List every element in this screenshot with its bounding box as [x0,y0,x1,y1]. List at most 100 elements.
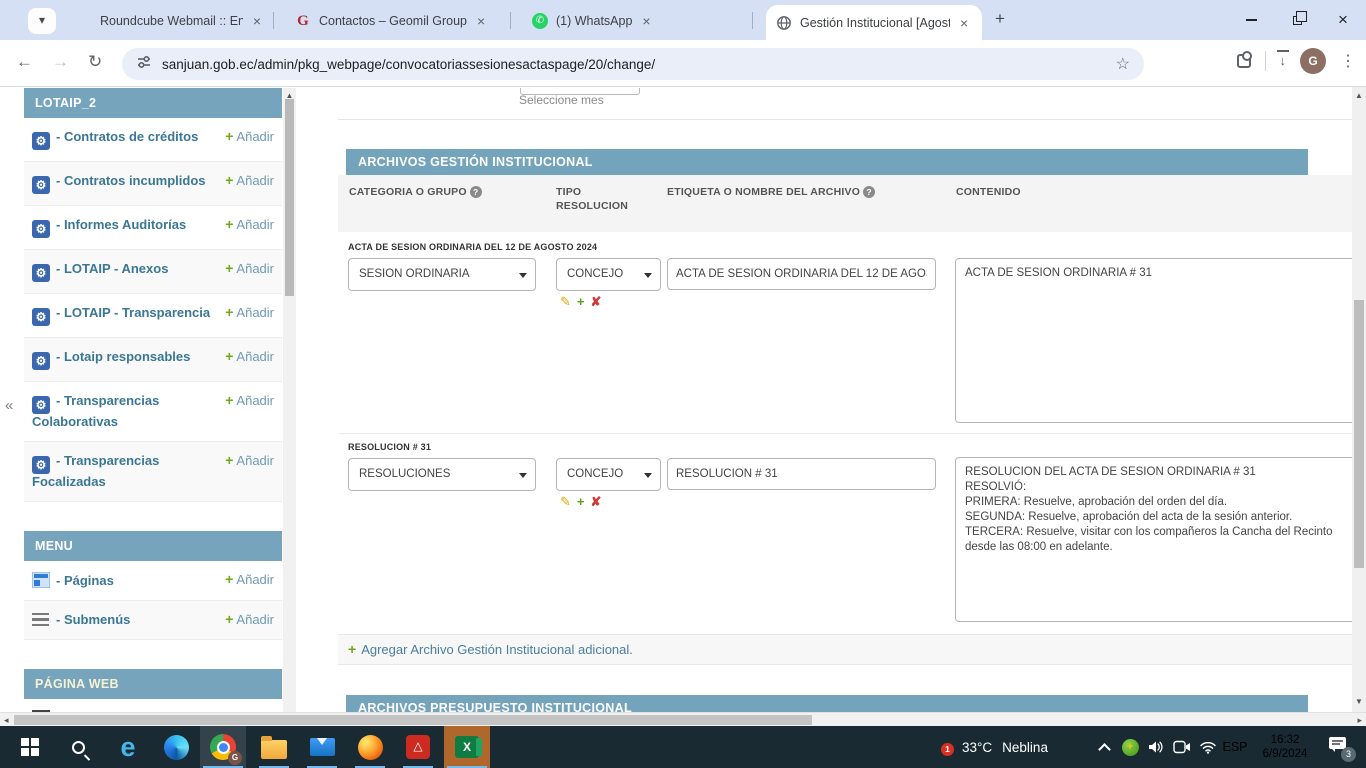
address-bar[interactable]: sanjuan.gob.ec/admin/pkg_webpage/convoca… [122,48,1144,80]
taskbar-explorer-button[interactable] [252,726,296,768]
select-value: RESOLUCIONES [359,468,450,480]
scroll-down-icon[interactable]: ▼ [1352,697,1366,706]
tab-roundcube[interactable]: Roundcube Webmail :: Enviados × [66,6,271,36]
page-horizontal-scrollbar[interactable]: ◂ ▸ [0,712,1366,726]
add-archivo-row[interactable]: +Agregar Archivo Gestión Institucional a… [338,634,1352,665]
window-controls: × [1228,0,1366,40]
add-link[interactable]: +Añadir [225,304,274,321]
back-button[interactable]: ← [16,52,33,72]
row2-tipo-select[interactable]: CONCEJO [556,458,661,491]
delete-x-icon[interactable]: ✘ [591,294,608,309]
downloads-button[interactable]: ↓ [1280,56,1287,66]
restore-button[interactable] [1274,0,1320,40]
new-tab-button[interactable]: + [995,9,1005,29]
scroll-left-icon[interactable]: ◂ [4,715,9,726]
scrollbar-thumb[interactable] [1354,300,1364,568]
profile-avatar[interactable]: G [1300,48,1326,74]
reload-button[interactable]: ↻ [88,52,102,72]
row2-etiqueta-input[interactable] [667,458,936,490]
bookmark-star-icon[interactable]: ☆ [1116,54,1130,74]
sidebar-item-submenus[interactable]: - Submenús +Añadir [24,601,282,640]
taskbar-mail-button[interactable] [300,726,344,768]
plus-icon: + [348,641,356,657]
add-link[interactable]: +Añadir [225,611,274,628]
taskbar-chrome-button[interactable]: G [200,726,246,768]
add-link[interactable]: +Añadir [225,348,274,365]
row1-categoria-select[interactable]: SESION ORDINARIA [348,258,536,291]
sidebar-item-paginas[interactable]: - Páginas +Añadir [24,561,282,601]
tab-gestion-active[interactable]: Gestión Institucional [Agosto-2 × [766,5,982,40]
minimize-icon [1246,19,1257,20]
taskbar-excel-button[interactable]: X [444,726,490,768]
pages-layout-icon [32,572,50,588]
tab-whatsapp[interactable]: ✆ (1) WhatsApp × [522,6,742,36]
add-link[interactable]: +Añadir [225,172,274,189]
row1-contenido-textarea[interactable]: ACTA DE SESION ORDINARIA # 31 [955,258,1352,423]
volume-tray-button[interactable] [1144,726,1168,768]
sidebar-item-pagina-web-partial[interactable]: +Añadir [24,699,282,712]
antivirus-tray-icon[interactable]: + [1118,726,1142,768]
scrollbar-thumb[interactable] [14,715,812,725]
add-link[interactable]: +Añadir [225,452,274,469]
sidebar-item-transparencias-focalizadas[interactable]: ⚙- Transparencias Focalizadas +Añadir [24,442,282,502]
close-tab-icon[interactable]: × [253,13,261,29]
add-link[interactable]: +Añadir [225,128,274,145]
add-link[interactable]: +Añadir [225,260,274,277]
sidebar-item-lotaip-responsables[interactable]: ⚙- Lotaip responsables +Añadir [24,338,282,382]
forward-button[interactable]: → [52,52,69,72]
start-button[interactable] [8,726,52,768]
menu-kebab-icon[interactable]: ⋮ [1340,51,1356,71]
sidebar-scrollbar[interactable]: ▲ [283,88,296,712]
sidebar-item-contratos-creditos[interactable]: ⚙- Contratos de créditos +Añadir [24,118,282,162]
sidebar-item-lotaip-transparencia[interactable]: ⚙- LOTAIP - Transparencia +Añadir [24,294,282,338]
sidebar-item-contratos-incumplidos[interactable]: ⚙- Contratos incumplidos +Añadir [24,162,282,206]
taskbar-ie-button[interactable]: e [106,726,150,768]
close-tab-icon[interactable]: × [960,15,968,31]
row2-categoria-select[interactable]: RESOLUCIONES [348,458,536,491]
extensions-icon[interactable] [1237,54,1251,68]
edit-pencil-icon[interactable]: ✎ [560,294,577,309]
wifi-tray-button[interactable] [1196,726,1220,768]
action-center-button[interactable]: 3 [1320,726,1356,768]
plus-icon: + [225,571,233,587]
add-plus-icon[interactable]: + [577,294,591,309]
roundcube-icon [76,13,92,29]
page-vertical-scrollbar[interactable]: ▲ ▼ [1352,87,1366,712]
delete-x-icon[interactable]: ✘ [591,494,608,509]
clock-widget[interactable]: 16:32 6/9/2024 [1252,726,1318,768]
close-tab-icon[interactable]: × [477,13,485,29]
add-link[interactable]: +Añadir [225,571,274,588]
row1-tipo-select[interactable]: CONCEJO [556,258,661,291]
sidebar-item-informes-auditorias[interactable]: ⚙- Informes Auditorías +Añadir [24,206,282,250]
scrollbar-thumb[interactable] [285,99,294,296]
add-link[interactable]: +Añadir [225,392,274,409]
edit-pencil-icon[interactable]: ✎ [560,494,577,509]
column-contenido: CONTENIDO [956,185,1021,199]
add-link[interactable]: +Añadir [225,216,274,233]
sidebar-collapse-button[interactable]: « [5,397,13,414]
help-icon[interactable]: ? [863,186,875,198]
help-icon[interactable]: ? [470,186,482,198]
scroll-right-icon[interactable]: ▸ [1357,715,1362,726]
taskbar-edge-button[interactable] [154,726,198,768]
tab-contactos[interactable]: G Contactos – Geomil Group × [285,6,503,36]
taskbar-search-button[interactable] [56,726,100,768]
url-text[interactable]: sanjuan.gob.ec/admin/pkg_webpage/convoca… [162,57,1106,72]
row2-contenido-textarea[interactable]: RESOLUCION DEL ACTA DE SESION ORDINARIA … [955,457,1352,622]
language-indicator[interactable]: ESP [1218,726,1252,768]
sidebar-item-lotaip-anexos[interactable]: ⚙- LOTAIP - Anexos +Añadir [24,250,282,294]
taskbar-acrobat-button[interactable]: △ [396,726,440,768]
add-plus-icon[interactable]: + [577,494,591,509]
taskbar-firefox-button[interactable] [348,726,392,768]
meet-now-tray-button[interactable] [1170,726,1194,768]
tab-search-button[interactable]: ▾ [28,8,56,34]
close-tab-icon[interactable]: × [642,13,650,29]
row1-etiqueta-input[interactable] [667,258,936,290]
site-settings-icon[interactable] [136,54,152,75]
sidebar-item-transparencias-colaborativas[interactable]: ⚙- Transparencias Colaborativas +Añadir [24,382,282,442]
minimize-button[interactable] [1228,0,1274,40]
close-window-button[interactable]: × [1320,0,1366,40]
tray-expand-button[interactable] [1092,726,1116,768]
weather-widget[interactable]: 1 33°C Neblina [950,726,1048,768]
scroll-up-icon[interactable]: ▲ [1352,91,1366,100]
